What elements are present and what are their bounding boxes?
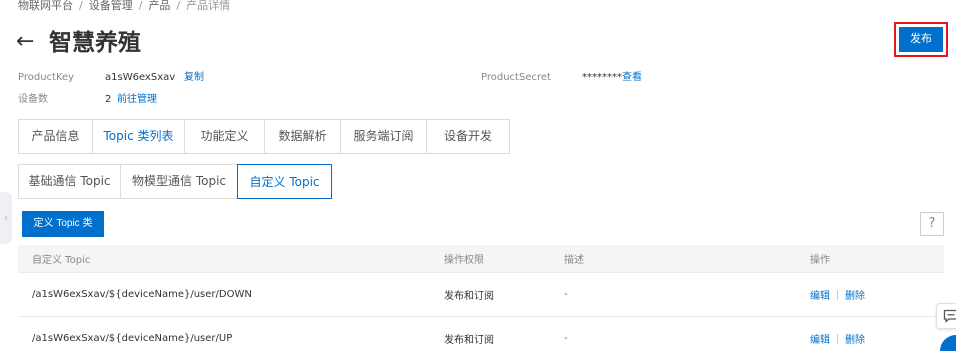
- actions-cell: 编辑 删除: [810, 317, 865, 351]
- tab-device-development[interactable]: 设备开发: [427, 120, 509, 153]
- breadcrumb-item-device-management[interactable]: 设备管理: [89, 0, 133, 12]
- column-header-permission: 操作权限: [444, 255, 484, 266]
- product-secret-value: ********: [582, 72, 622, 83]
- delete-link[interactable]: 删除: [845, 287, 865, 302]
- breadcrumb-item-product[interactable]: 产品: [148, 0, 170, 12]
- tab-data-parsing[interactable]: 数据解析: [265, 120, 341, 153]
- device-count-value: 2: [105, 94, 112, 105]
- tab-topic-list[interactable]: Topic 类列表: [93, 120, 185, 153]
- subtab-basic-topic[interactable]: 基础通信 Topic: [19, 165, 121, 198]
- actions-cell: 编辑 删除: [810, 273, 865, 316]
- chevron-left-icon: ‹: [3, 211, 9, 224]
- tab-function-definition[interactable]: 功能定义: [185, 120, 265, 153]
- product-tabs: 产品信息 Topic 类列表 功能定义 数据解析 服务端订阅 设备开发: [18, 119, 510, 154]
- back-arrow-icon[interactable]: ←: [16, 31, 34, 53]
- product-key-value: a1sW6exSxav: [105, 72, 176, 83]
- permission-cell: 发布和订阅: [444, 291, 494, 302]
- breadcrumb-separator: /: [79, 0, 83, 12]
- topic-subtabs: 基础通信 Topic 物模型通信 Topic 自定义 Topic: [18, 164, 332, 199]
- chat-icon-glyph: [943, 309, 956, 323]
- column-header-topic: 自定义 Topic: [32, 255, 91, 266]
- publish-button[interactable]: 发布: [899, 27, 943, 52]
- permission-cell: 发布和订阅: [444, 335, 494, 346]
- description-cell: -: [564, 289, 568, 300]
- tab-product-info[interactable]: 产品信息: [19, 120, 93, 153]
- product-secret-label: ProductSecret: [481, 72, 551, 83]
- table-row: /a1sW6exSxav/${deviceName}/user/UP 发布和订阅…: [18, 317, 944, 351]
- column-header-actions: 操作: [810, 255, 830, 266]
- subtab-thing-model-topic[interactable]: 物模型通信 Topic: [121, 165, 238, 198]
- define-topic-button[interactable]: 定义 Topic 类: [22, 211, 104, 237]
- topic-cell: /a1sW6exSxav/${deviceName}/user/DOWN: [32, 289, 252, 300]
- topic-table: 自定义 Topic 操作权限 描述 操作 /a1sW6exSxav/${devi…: [18, 245, 944, 351]
- topic-cell: /a1sW6exSxav/${deviceName}/user/UP: [32, 333, 233, 344]
- description-cell: -: [564, 333, 568, 344]
- breadcrumb-separator: /: [176, 0, 181, 12]
- manage-devices-link[interactable]: 前往管理: [117, 93, 157, 107]
- breadcrumb: 物联网平台 / 设备管理 / 产品 / 产品详情: [18, 0, 230, 13]
- copy-link[interactable]: 复制: [184, 71, 204, 85]
- tab-server-subscription[interactable]: 服务端订阅: [341, 120, 427, 153]
- column-header-description: 描述: [564, 255, 584, 266]
- breadcrumb-item-iot-platform[interactable]: 物联网平台: [18, 0, 73, 12]
- delete-link[interactable]: 删除: [845, 331, 865, 346]
- help-icon[interactable]: ?: [920, 212, 944, 236]
- chat-icon[interactable]: [936, 303, 956, 329]
- breadcrumb-separator: /: [138, 0, 143, 12]
- table-row: /a1sW6exSxav/${deviceName}/user/DOWN 发布和…: [18, 273, 944, 317]
- view-secret-link[interactable]: 查看: [622, 71, 642, 85]
- device-count-label: 设备数: [18, 94, 48, 105]
- product-key-label: ProductKey: [18, 72, 75, 83]
- subtab-custom-topic[interactable]: 自定义 Topic: [237, 164, 332, 199]
- edit-link[interactable]: 编辑: [810, 331, 830, 346]
- divider: [837, 333, 838, 344]
- sidebar-toggle-handle[interactable]: ‹: [0, 192, 12, 244]
- table-header: 自定义 Topic 操作权限 描述 操作: [18, 245, 944, 273]
- page-title: 智慧养殖: [49, 30, 141, 56]
- edit-link[interactable]: 编辑: [810, 287, 830, 302]
- publish-highlight-frame: 发布: [894, 22, 948, 57]
- divider: [837, 289, 838, 300]
- breadcrumb-item-current: 产品详情: [186, 0, 231, 12]
